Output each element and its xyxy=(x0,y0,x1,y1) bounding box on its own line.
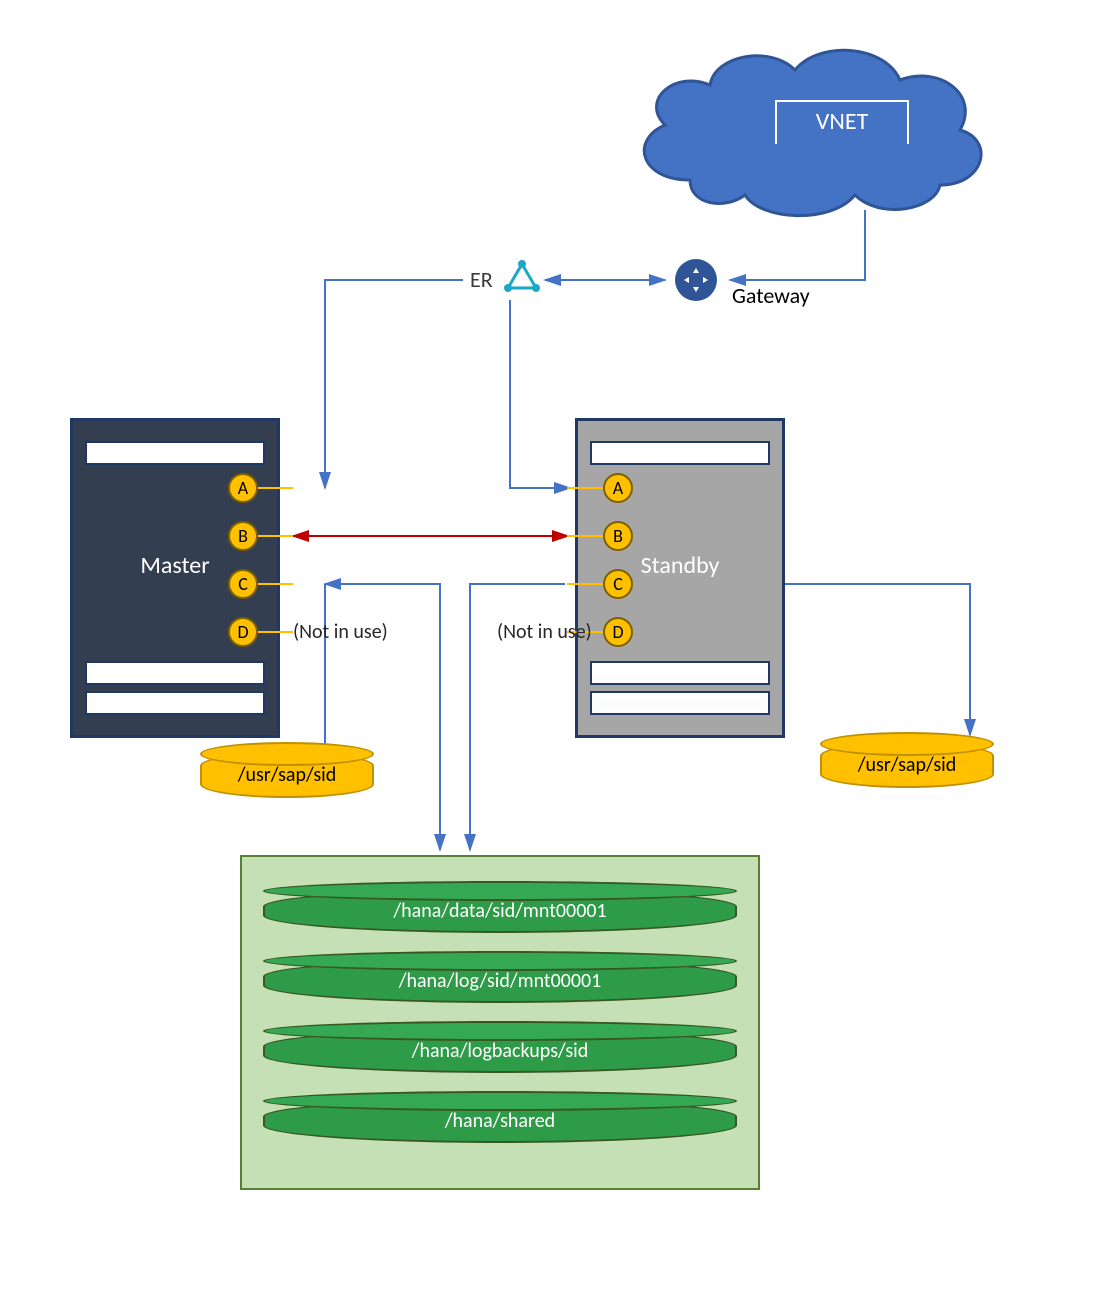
port-stub xyxy=(257,487,293,489)
er-label: ER xyxy=(470,266,493,293)
port-master-d-note: (Not in use) xyxy=(293,620,388,644)
server-slot xyxy=(590,691,770,715)
hana-disk: /hana/logbackups/sid xyxy=(263,1029,737,1073)
local-disk-master: /usr/sap/sid xyxy=(200,752,374,798)
port-master-d: D xyxy=(228,617,258,647)
port-master-a: A xyxy=(228,473,258,503)
shared-storage-pool: /hana/data/sid/mnt00001 /hana/log/sid/mn… xyxy=(240,855,760,1190)
hana-disk: /hana/log/sid/mnt00001 xyxy=(263,959,737,1003)
server-slot xyxy=(85,661,265,685)
server-slot xyxy=(85,441,265,465)
architecture-diagram: VNET Gateway ER Master A B C D (Not in u… xyxy=(0,0,1093,1293)
hana-disk: /hana/data/sid/mnt00001 xyxy=(263,889,737,933)
port-master-c: C xyxy=(228,569,258,599)
port-standby-b: B xyxy=(603,521,633,551)
port-standby-d: D xyxy=(603,617,633,647)
server-slot xyxy=(85,691,265,715)
port-standby-c: C xyxy=(603,569,633,599)
port-master-b: B xyxy=(228,521,258,551)
server-slot xyxy=(590,441,770,465)
port-stub xyxy=(567,583,603,585)
port-stub xyxy=(567,487,603,489)
gateway-icon xyxy=(675,259,717,301)
port-standby-a: A xyxy=(603,473,633,503)
server-slot xyxy=(590,661,770,685)
hana-disk: /hana/shared xyxy=(263,1099,737,1143)
port-stub xyxy=(257,583,293,585)
port-standby-d-note: (Not in use) xyxy=(497,620,592,644)
vnet-label-box: VNET xyxy=(775,100,909,144)
gateway-label: Gateway xyxy=(732,282,810,309)
local-disk-standby: /usr/sap/sid xyxy=(820,742,994,788)
port-stub xyxy=(567,535,603,537)
port-stub xyxy=(257,535,293,537)
port-stub xyxy=(257,631,293,633)
